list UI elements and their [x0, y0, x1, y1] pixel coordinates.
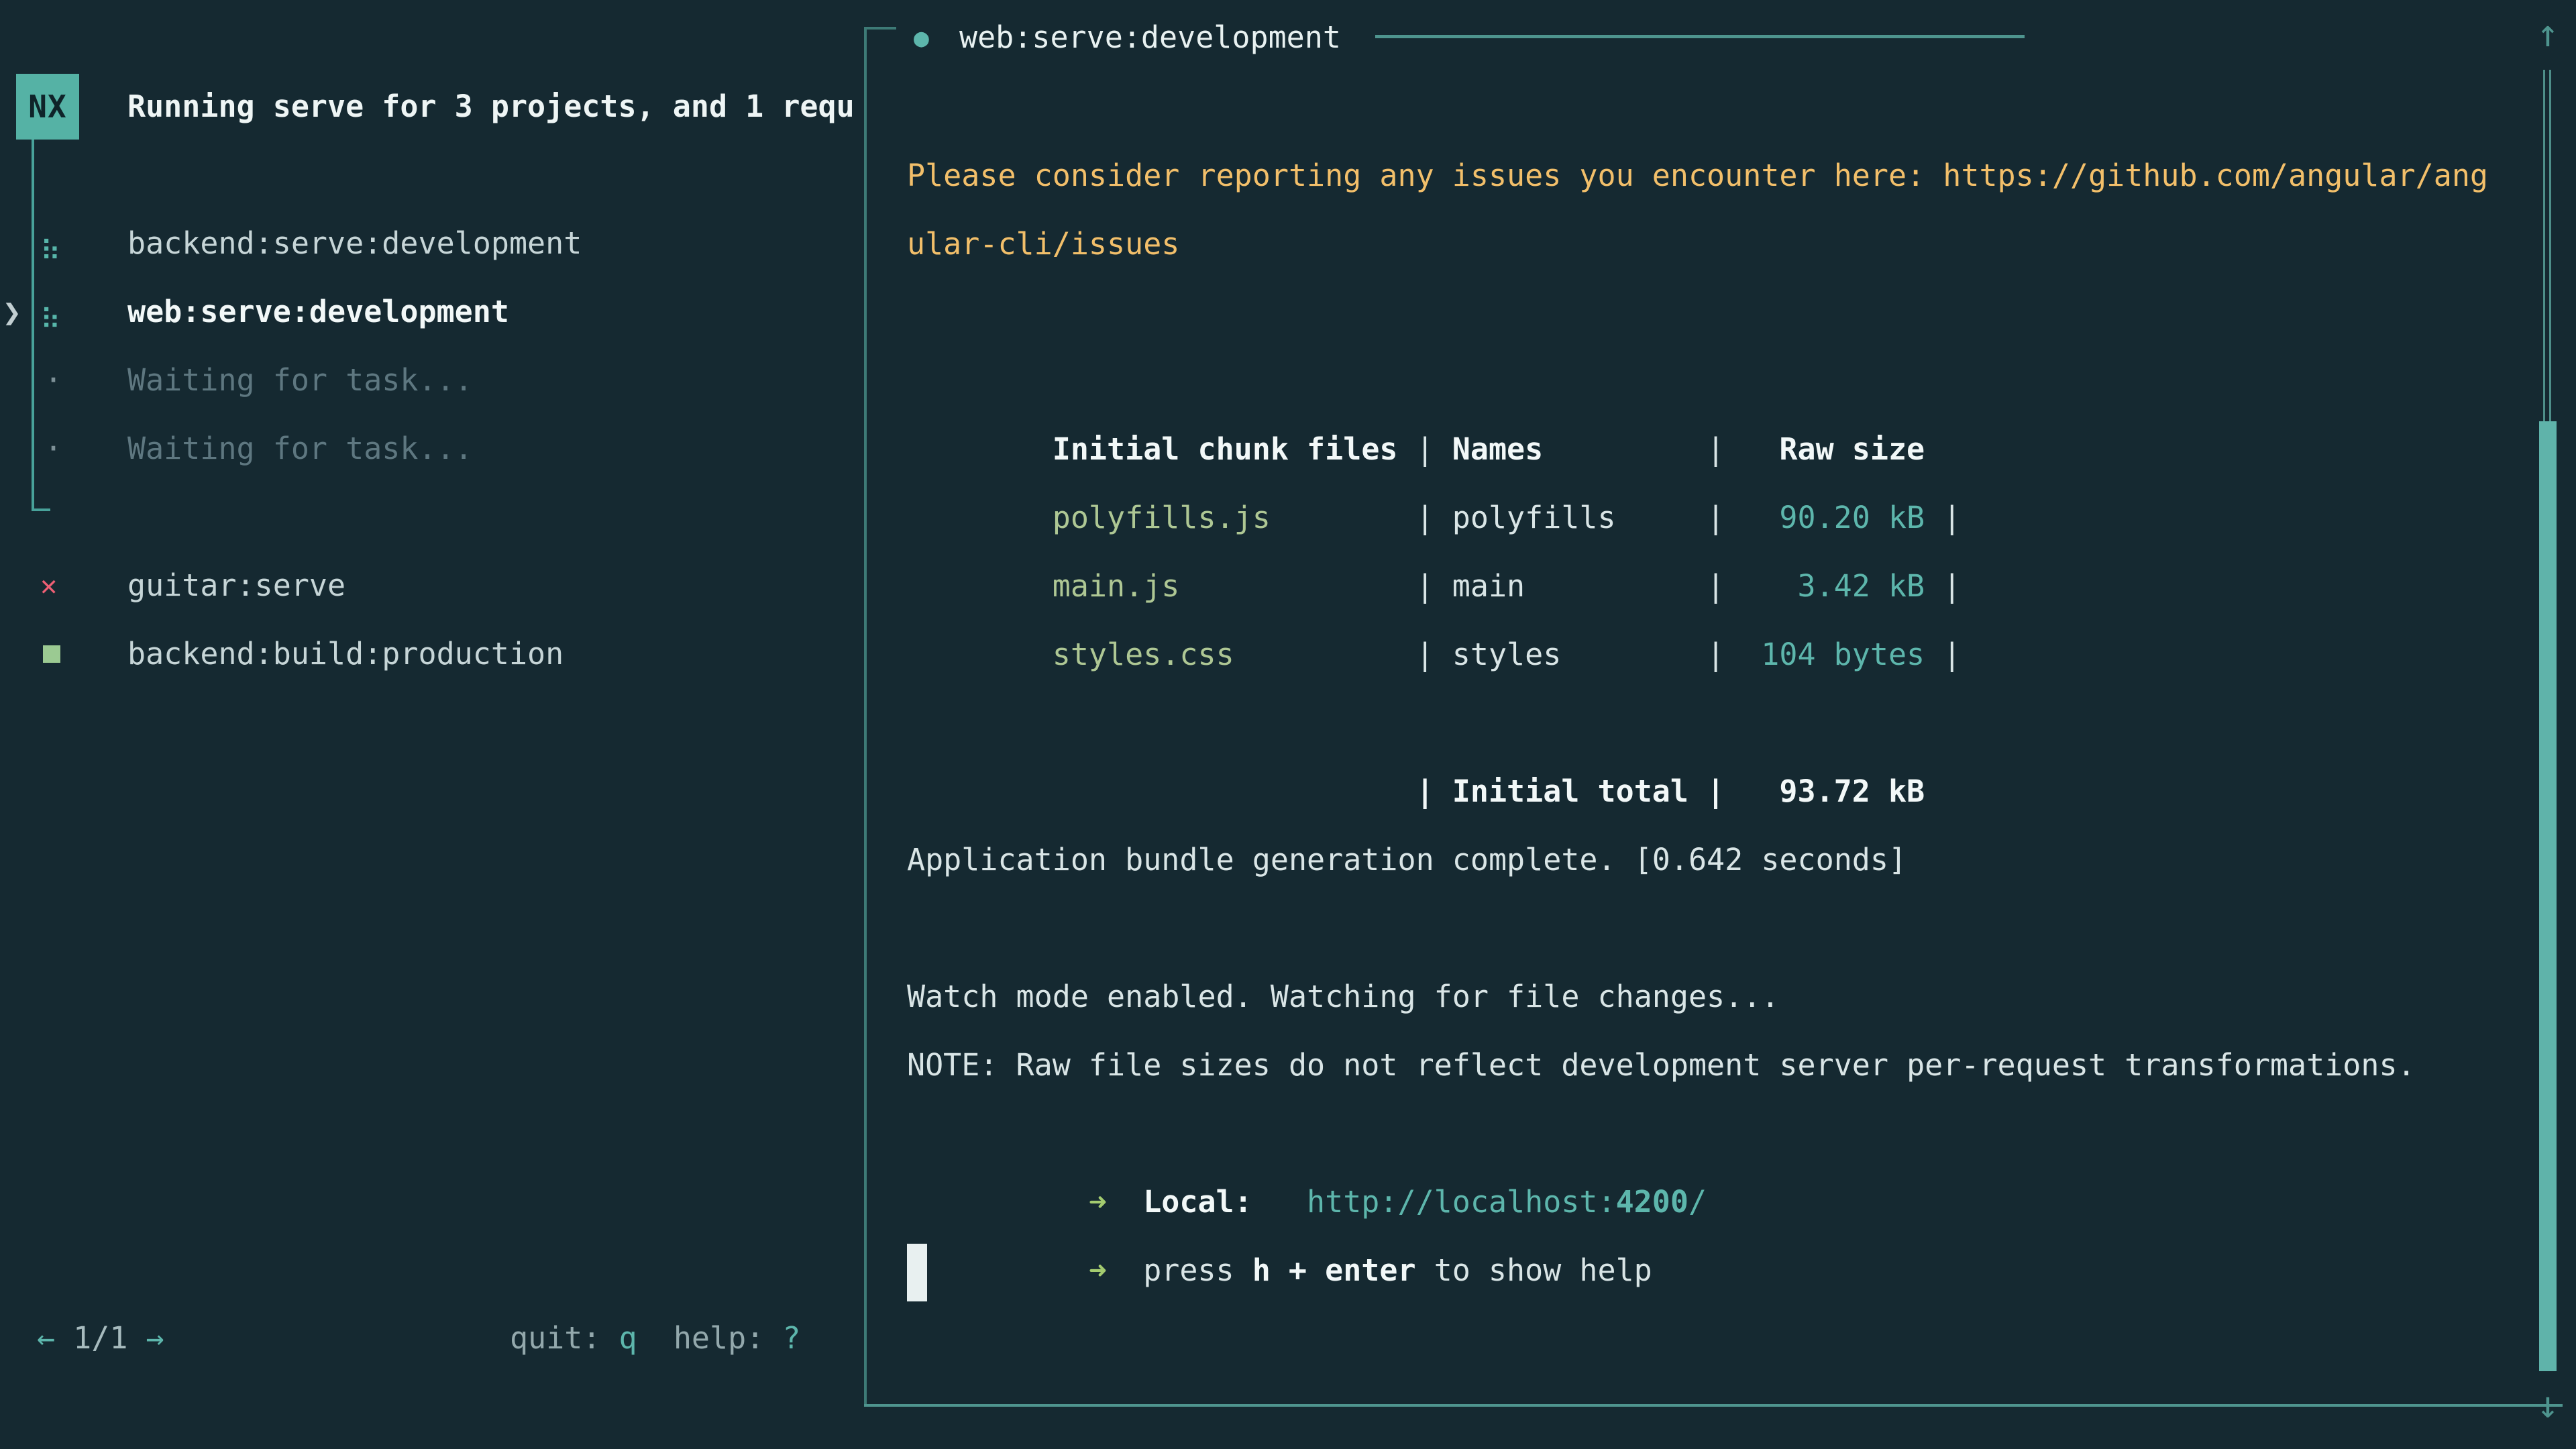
table-total-row: |Initial total|93.72 kB [907, 689, 2530, 757]
task-row-guitar-serve[interactable]: ✕ guitar:serve [0, 551, 864, 620]
local-label: Local: [1143, 1184, 1252, 1220]
nx-logo-badge: NX [16, 74, 79, 140]
output-line-note: NOTE: Raw file sizes do not reflect deve… [907, 1031, 2530, 1099]
local-url[interactable]: http://localhost:4200/ [1307, 1184, 1707, 1220]
task-row-web-serve[interactable]: ❯ ⣦ web:serve:development [0, 278, 864, 346]
help-hint-post: to show help [1434, 1252, 1652, 1288]
status-dot-icon: ● [914, 5, 929, 70]
key-hints: quit: q help:? [510, 1304, 800, 1373]
column-separator: | [1416, 484, 1452, 552]
task-label: guitar:serve [127, 551, 345, 620]
output-line-watch-mode: Watch mode enabled. Watching for file ch… [907, 963, 2530, 1031]
help-label: help: [674, 1320, 764, 1356]
column-separator: | [1707, 484, 1743, 552]
panel-border-bottom [864, 1404, 2563, 1407]
column-separator: | [1416, 621, 1452, 689]
task-row-waiting-1[interactable]: · Waiting for task... [0, 346, 864, 415]
task-tree-corner [32, 508, 50, 511]
dot-icon: · [44, 346, 62, 415]
nx-tui-screen: NX Running serve for 3 projects, and 1 r… [0, 0, 2576, 1449]
panel-border-left [864, 27, 867, 1407]
help-hint-pre: press [1143, 1252, 1234, 1288]
prompt-arrow-icon: ➜ [1089, 1184, 1107, 1220]
panel-header-rule [1375, 35, 2025, 38]
scrollbar-thumb[interactable] [2539, 421, 2557, 1371]
total-size: 93.72 kB [1743, 757, 1925, 826]
note-text: NOTE: Raw file sizes do not reflect deve… [907, 1047, 2416, 1083]
url-slash: / [1688, 1184, 1707, 1220]
chunk-size: 90.20 kB [1743, 484, 1925, 552]
chunk-file: polyfills.js [1053, 484, 1416, 552]
chunk-name: polyfills [1452, 484, 1707, 552]
output-line-notice: Please consider reporting any issues you… [907, 142, 2530, 210]
bundle-complete-text: Application bundle generation complete. … [907, 842, 1907, 877]
row-end-separator: | [1925, 484, 1961, 552]
blank-line [907, 894, 2530, 963]
panel-border-top [864, 27, 896, 30]
page-title: Running serve for 3 projects, and 1 requ [127, 74, 864, 140]
column-separator: | [1707, 621, 1743, 689]
panel-title: web:serve:development [959, 5, 1341, 70]
column-separator: | [1416, 552, 1452, 621]
terminal-output: Please consider reporting any issues you… [907, 142, 2530, 1305]
scroll-down-icon[interactable]: ↓ [2528, 1383, 2568, 1427]
terminal-cursor[interactable] [907, 1244, 927, 1301]
dot-icon: · [44, 415, 62, 483]
watch-mode-text: Watch mode enabled. Watching for file ch… [907, 979, 1779, 1014]
task-label: backend:build:production [127, 620, 564, 688]
output-panel: ● web:serve:development Please consider … [864, 0, 2576, 1449]
help-hint-keys: h + enter [1252, 1252, 1416, 1288]
task-label: backend:serve:development [127, 209, 582, 278]
selected-chevron-icon: ❯ [3, 278, 21, 346]
task-row-waiting-2[interactable]: · Waiting for task... [0, 415, 864, 483]
col-header-files: Initial chunk files [1053, 415, 1416, 484]
output-line-bundle-complete: Application bundle generation complete. … [907, 826, 2530, 894]
sidebar-bottom-bar: ← 1/1 → quit: q help:? [0, 1304, 864, 1373]
col-header-size: Raw size [1743, 415, 1925, 484]
prompt-arrow-icon: ➜ [1089, 1252, 1107, 1288]
prev-page-icon[interactable]: ← [37, 1320, 55, 1356]
row-end-separator: | [1925, 552, 1961, 621]
chunk-size: 104 bytes [1743, 621, 1925, 689]
url-port: 4200 [1616, 1184, 1688, 1220]
quit-label: quit: [510, 1320, 600, 1356]
task-row-backend-build[interactable]: backend:build:production [0, 620, 864, 688]
col-header-names: Names [1452, 415, 1707, 484]
url-prefix: http://localhost: [1307, 1184, 1616, 1220]
task-label: Waiting for task... [127, 346, 473, 415]
column-separator: | [1416, 757, 1452, 826]
task-row-backend-serve[interactable]: ⣦ backend:serve:development [0, 209, 864, 278]
column-separator: | [1416, 415, 1452, 484]
total-label: Initial total [1452, 757, 1707, 826]
x-icon: ✕ [40, 551, 57, 620]
notice-text: ular-cli/issues [907, 226, 1179, 262]
next-page-icon[interactable]: → [146, 1320, 164, 1356]
square-icon [43, 645, 60, 663]
chunk-file: styles.css [1053, 621, 1416, 689]
column-separator: | [1707, 552, 1743, 621]
chunk-name: main [1452, 552, 1707, 621]
task-sidebar: NX Running serve for 3 projects, and 1 r… [0, 0, 864, 1449]
notice-text: Please consider reporting any issues you… [907, 158, 2488, 193]
chunk-name: styles [1452, 621, 1707, 689]
pager-count: 1/1 [73, 1320, 127, 1356]
output-line-local-url: ➜Local:http://localhost:4200/ [907, 1099, 2530, 1168]
task-label: Waiting for task... [127, 415, 473, 483]
chunk-size: 3.42 kB [1743, 552, 1925, 621]
scroll-up-icon[interactable]: ↑ [2528, 12, 2568, 56]
chunk-table-header: Initial chunk files|Names|Raw size [907, 347, 2530, 415]
quit-key: q [619, 1320, 637, 1356]
row-end-separator: | [1925, 621, 1961, 689]
pager: ← 1/1 → [37, 1304, 164, 1373]
output-line-notice-wrap: ular-cli/issues [907, 210, 2530, 278]
chunk-file: main.js [1053, 552, 1416, 621]
help-key: ? [782, 1320, 800, 1356]
column-separator: | [1707, 415, 1743, 484]
spinner-icon: ⣦ [40, 278, 61, 346]
task-label-selected: web:serve:development [127, 278, 509, 346]
blank-line [907, 278, 2530, 347]
column-separator: | [1707, 757, 1743, 826]
spinner-icon: ⣦ [40, 209, 61, 278]
